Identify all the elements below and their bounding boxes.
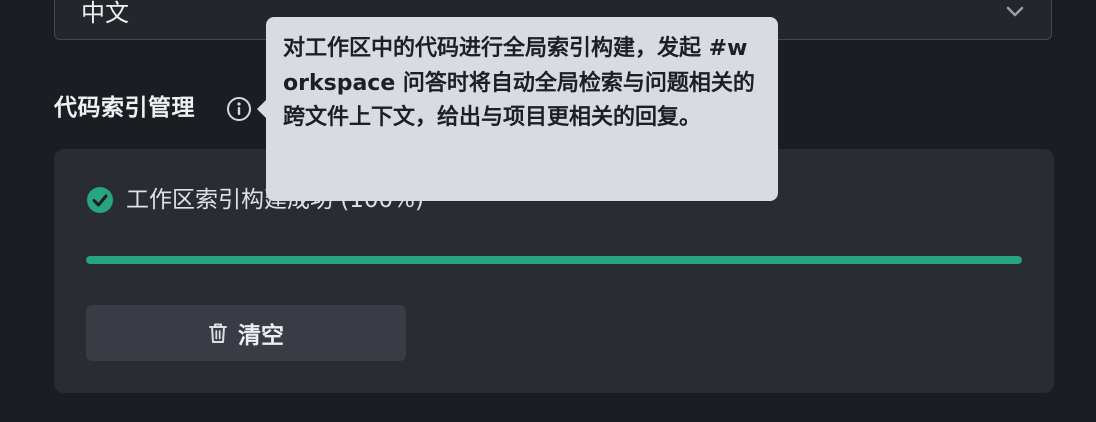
trash-icon [209,323,227,343]
clear-button-label: 清空 [238,323,284,349]
check-circle-icon [87,187,113,213]
info-icon[interactable] [226,96,252,122]
language-select-value: 中文 [81,0,129,27]
index-progress-bar [86,256,1022,264]
section-title: 代码索引管理 [54,95,195,121]
chevron-down-icon [1006,6,1024,17]
tooltip-arrow [257,100,266,118]
tooltip-text: 对工作区中的代码进行全局索引构建，发起 #workspace 问答时将自动全局检… [283,36,755,130]
clear-button[interactable]: 清空 [86,305,406,361]
info-tooltip: 对工作区中的代码进行全局索引构建，发起 #workspace 问答时将自动全局检… [257,17,778,201]
index-progress-fill [86,256,1022,264]
